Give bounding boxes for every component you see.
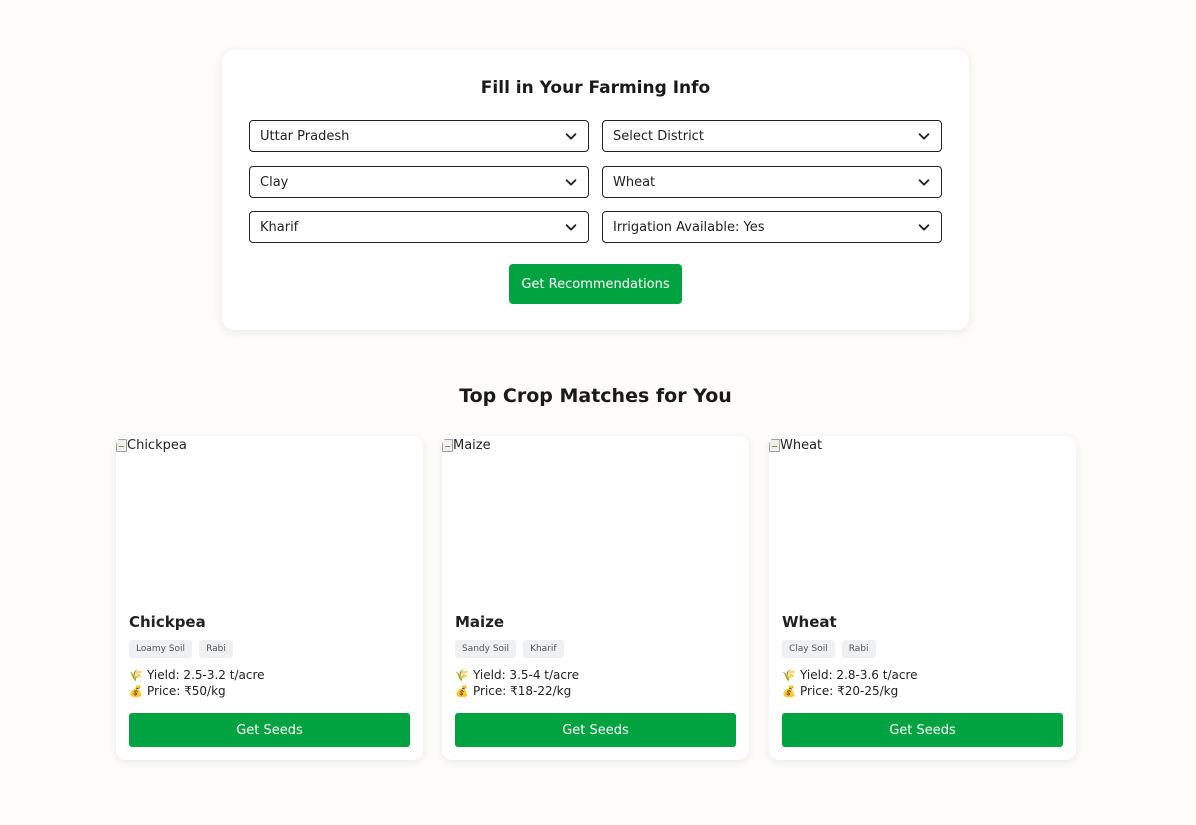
soil-tag: Clay Soil: [782, 640, 835, 658]
crop-price: 💰 Price: ₹50/kg: [129, 684, 226, 698]
chevron-down-icon: [565, 224, 577, 231]
money-bag-icon: 💰: [129, 684, 143, 698]
district-select-value: Select District: [613, 128, 704, 144]
crop-select[interactable]: Wheat: [602, 166, 942, 198]
soil-select[interactable]: Clay: [249, 166, 589, 198]
season-select-value: Kharif: [260, 219, 299, 235]
broken-image-icon: [116, 439, 127, 452]
wheat-icon: 🌾: [782, 668, 796, 682]
get-seeds-button[interactable]: Get Seeds: [455, 713, 736, 747]
crop-tags: Loamy Soil Rabi: [129, 640, 233, 658]
irrigation-select-value: Irrigation Available: Yes: [613, 219, 765, 235]
crop-name: Wheat: [782, 613, 837, 631]
district-select[interactable]: Select District: [602, 120, 942, 152]
crop-card: Chickpea Chickpea Loamy Soil Rabi 🌾 Yiel…: [116, 436, 423, 760]
crop-price-text: Price: ₹20-25/kg: [800, 684, 899, 698]
season-select[interactable]: Kharif: [249, 211, 589, 243]
crop-image: Maize: [442, 436, 749, 602]
state-select-value: Uttar Pradesh: [260, 128, 350, 144]
season-tag: Rabi: [199, 640, 233, 658]
crop-price: 💰 Price: ₹20-25/kg: [782, 684, 898, 698]
crop-yield: 🌾 Yield: 2.5-3.2 t/acre: [129, 668, 265, 682]
chevron-down-icon: [918, 133, 930, 140]
crop-select-value: Wheat: [613, 174, 656, 190]
crop-card: Wheat Wheat Clay Soil Rabi 🌾 Yield: 2.8-…: [769, 436, 1076, 760]
money-bag-icon: 💰: [782, 684, 796, 698]
crop-price: 💰 Price: ₹18-22/kg: [455, 684, 571, 698]
crop-price-text: Price: ₹18-22/kg: [473, 684, 572, 698]
soil-select-value: Clay: [260, 174, 289, 190]
irrigation-select[interactable]: Irrigation Available: Yes: [602, 211, 942, 243]
crop-image-alt: Maize: [453, 438, 491, 453]
get-seeds-button[interactable]: Get Seeds: [782, 713, 1063, 747]
soil-tag: Sandy Soil: [455, 640, 517, 658]
crop-yield-text: Yield: 2.5-3.2 t/acre: [147, 668, 265, 682]
crop-tags: Clay Soil Rabi: [782, 640, 876, 658]
crop-price-text: Price: ₹50/kg: [147, 684, 226, 698]
broken-image-icon: [769, 439, 780, 452]
get-recommendations-button[interactable]: Get Recommendations: [509, 264, 682, 304]
chevron-down-icon: [565, 133, 577, 140]
broken-image-icon: [442, 439, 453, 452]
chevron-down-icon: [918, 179, 930, 186]
wheat-icon: 🌾: [455, 668, 469, 682]
wheat-icon: 🌾: [129, 668, 143, 682]
farming-info-form: Fill in Your Farming Info Uttar Pradesh …: [222, 50, 969, 330]
season-tag: Kharif: [523, 640, 564, 658]
crop-card: Maize Maize Sandy Soil Kharif 🌾 Yield: 3…: [442, 436, 749, 760]
season-tag: Rabi: [841, 640, 876, 658]
crop-yield: 🌾 Yield: 3.5-4 t/acre: [455, 668, 579, 682]
crop-image: Wheat: [769, 436, 1076, 602]
crop-name: Chickpea: [129, 613, 206, 631]
crop-image-alt: Wheat: [780, 438, 823, 453]
crop-yield-text: Yield: 2.8-3.6 t/acre: [800, 668, 918, 682]
chevron-down-icon: [918, 224, 930, 231]
crop-image: Chickpea: [116, 436, 423, 602]
crop-image-alt: Chickpea: [127, 438, 187, 453]
money-bag-icon: 💰: [455, 684, 469, 698]
crop-name: Maize: [455, 613, 505, 631]
state-select[interactable]: Uttar Pradesh: [249, 120, 589, 152]
crop-tags: Sandy Soil Kharif: [455, 640, 564, 658]
crop-yield-text: Yield: 3.5-4 t/acre: [473, 668, 580, 682]
form-title: Fill in Your Farming Info: [480, 78, 711, 98]
results-title: Top Crop Matches for You: [459, 385, 732, 407]
chevron-down-icon: [565, 179, 577, 186]
get-seeds-button[interactable]: Get Seeds: [129, 713, 410, 747]
soil-tag: Loamy Soil: [129, 640, 193, 658]
crop-yield: 🌾 Yield: 2.8-3.6 t/acre: [782, 668, 918, 682]
